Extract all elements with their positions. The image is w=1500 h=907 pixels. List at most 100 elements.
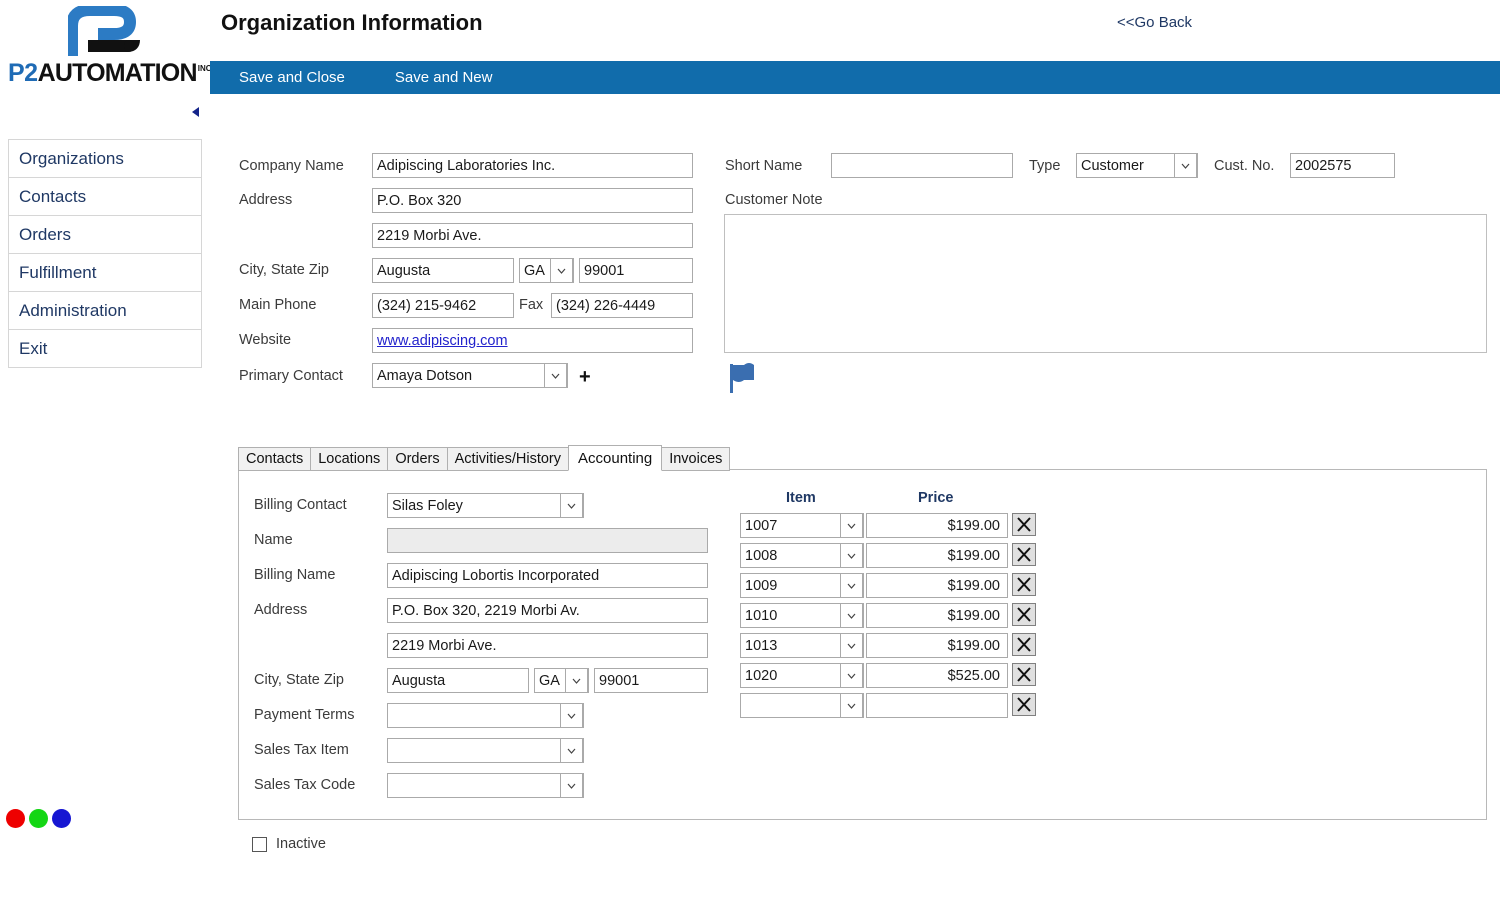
save-and-new-button[interactable]: Save and New xyxy=(395,69,493,86)
table-row-price-input[interactable]: $525.00 xyxy=(866,663,1008,688)
city-input[interactable]: Augusta xyxy=(372,258,514,283)
billing-address-line1-input[interactable]: P.O. Box 320, 2219 Morbi Av. xyxy=(387,598,708,623)
company-name-label: Company Name xyxy=(239,158,344,174)
customer-note-textarea[interactable] xyxy=(724,214,1487,353)
billing-address-line2-input[interactable]: 2219 Morbi Ave. xyxy=(387,633,708,658)
table-header-price: Price xyxy=(918,490,954,506)
sidebar-collapse-icon[interactable] xyxy=(190,105,202,119)
table-row-item-select[interactable]: 1008 xyxy=(740,543,864,568)
table-row-item-select[interactable]: 1020 xyxy=(740,663,864,688)
tab-invoices[interactable]: Invoices xyxy=(661,447,731,471)
type-label: Type xyxy=(1029,158,1061,174)
type-select[interactable]: Customer xyxy=(1076,153,1198,178)
tab-activities-history[interactable]: Activities/History xyxy=(446,447,569,471)
sidebar-item-organizations[interactable]: Organizations xyxy=(8,139,202,178)
sidebar-item-label: Exit xyxy=(19,338,48,358)
inactive-label: Inactive xyxy=(276,836,326,852)
tab-label: Activities/History xyxy=(454,451,561,467)
close-x-icon[interactable] xyxy=(1012,663,1036,686)
sidebar-item-contacts[interactable]: Contacts xyxy=(8,177,202,216)
go-back-link[interactable]: <<Go Back xyxy=(1117,14,1192,31)
save-and-close-button[interactable]: Save and Close xyxy=(239,69,345,86)
table-row-item-select[interactable]: 1007 xyxy=(740,513,864,538)
close-x-icon[interactable] xyxy=(1012,693,1036,716)
table-row-price-input[interactable]: $199.00 xyxy=(866,633,1008,658)
flag-icon[interactable] xyxy=(727,362,757,394)
chevron-down-icon xyxy=(560,493,583,518)
billing-city-input[interactable]: Augusta xyxy=(387,668,529,693)
main-phone-input[interactable]: (324) 215-9462 xyxy=(372,293,514,318)
tab-label: Accounting xyxy=(578,449,653,467)
state-select-value: GA xyxy=(524,262,545,279)
chevron-down-icon xyxy=(840,543,863,568)
chevron-down-icon xyxy=(550,258,573,283)
zip-input[interactable]: 99001 xyxy=(579,258,693,283)
payment-terms-select[interactable] xyxy=(387,703,584,728)
sidebar-item-administration[interactable]: Administration xyxy=(8,291,202,330)
company-name-input[interactable]: Adipiscing Laboratories Inc. xyxy=(372,153,693,178)
primary-contact-select[interactable]: Amaya Dotson xyxy=(372,363,568,388)
action-toolbar: Save and Close Save and New xyxy=(210,61,1500,94)
chevron-down-icon xyxy=(840,603,863,628)
inactive-checkbox-row[interactable]: Inactive xyxy=(252,836,326,852)
fax-input[interactable]: (324) 226-4449 xyxy=(551,293,693,318)
sidebar-item-exit[interactable]: Exit xyxy=(8,329,202,368)
billing-zip-input[interactable]: 99001 xyxy=(594,668,708,693)
billing-address-label: Address xyxy=(254,602,308,618)
close-x-icon[interactable] xyxy=(1012,633,1036,656)
logo-automation-text: AUTOMATION xyxy=(37,58,198,87)
close-x-icon[interactable] xyxy=(1012,543,1036,566)
logo-p2-text: P2 xyxy=(8,58,38,87)
table-row-price-input[interactable] xyxy=(866,693,1008,718)
primary-contact-label: Primary Contact xyxy=(239,368,343,384)
table-row-item-select[interactable]: 1010 xyxy=(740,603,864,628)
close-x-icon[interactable] xyxy=(1012,603,1036,626)
sidebar-item-fulfillment[interactable]: Fulfillment xyxy=(8,253,202,292)
tab-accounting[interactable]: Accounting xyxy=(568,445,663,471)
table-row-price-input[interactable]: $199.00 xyxy=(866,603,1008,628)
sales-tax-item-select[interactable] xyxy=(387,738,584,763)
address-line2-input[interactable]: 2219 Morbi Ave. xyxy=(372,223,693,248)
table-row-item-select[interactable]: 1013 xyxy=(740,633,864,658)
billing-name-input[interactable]: Adipiscing Lobortis Incorporated xyxy=(387,563,708,588)
add-contact-button[interactable]: + xyxy=(579,367,591,387)
tab-locations[interactable]: Locations xyxy=(310,447,389,471)
table-row-price-input[interactable]: $199.00 xyxy=(866,573,1008,598)
table-row-price-input[interactable]: $199.00 xyxy=(866,513,1008,538)
chevron-down-icon xyxy=(840,633,863,658)
short-name-label: Short Name xyxy=(725,158,803,174)
short-name-input[interactable] xyxy=(831,153,1013,178)
name-label: Name xyxy=(254,532,293,548)
tab-contacts[interactable]: Contacts xyxy=(238,447,312,471)
sidebar-item-label: Administration xyxy=(19,300,127,320)
state-select[interactable]: GA xyxy=(519,258,574,283)
sidebar: P2 AUTOMATION INC Organizations Contacts O… xyxy=(0,0,212,907)
inactive-checkbox[interactable] xyxy=(252,836,267,852)
red-dot[interactable] xyxy=(6,809,25,828)
chevron-down-icon xyxy=(560,773,583,798)
address-line1-input[interactable]: P.O. Box 320 xyxy=(372,188,693,213)
table-row-item-select[interactable]: 1009 xyxy=(740,573,864,598)
close-x-icon[interactable] xyxy=(1012,573,1036,596)
website-label: Website xyxy=(239,332,292,348)
logo-wordmark: P2 AUTOMATION INC xyxy=(8,58,212,87)
green-dot[interactable] xyxy=(29,809,48,828)
billing-contact-select[interactable]: Silas Foley xyxy=(387,493,584,518)
cust-no-input[interactable]: 2002575 xyxy=(1290,153,1395,178)
chevron-down-icon xyxy=(560,738,583,763)
fax-label: Fax xyxy=(519,297,544,313)
sidebar-item-label: Fulfillment xyxy=(19,262,97,282)
name-input xyxy=(387,528,708,553)
sidebar-item-orders[interactable]: Orders xyxy=(8,215,202,254)
close-x-icon[interactable] xyxy=(1012,513,1036,536)
main-phone-label: Main Phone xyxy=(239,297,317,313)
table-row-item-select[interactable] xyxy=(740,693,864,718)
sales-tax-code-select[interactable] xyxy=(387,773,584,798)
blue-dot[interactable] xyxy=(52,809,71,828)
table-row-price-input[interactable]: $199.00 xyxy=(866,543,1008,568)
customer-note-label: Customer Note xyxy=(725,192,823,208)
billing-city-state-zip-label: City, State Zip xyxy=(254,672,344,688)
tab-orders[interactable]: Orders xyxy=(387,447,448,471)
billing-state-select[interactable]: GA xyxy=(534,668,589,693)
website-link-input[interactable]: www.adipiscing.com xyxy=(372,328,693,353)
